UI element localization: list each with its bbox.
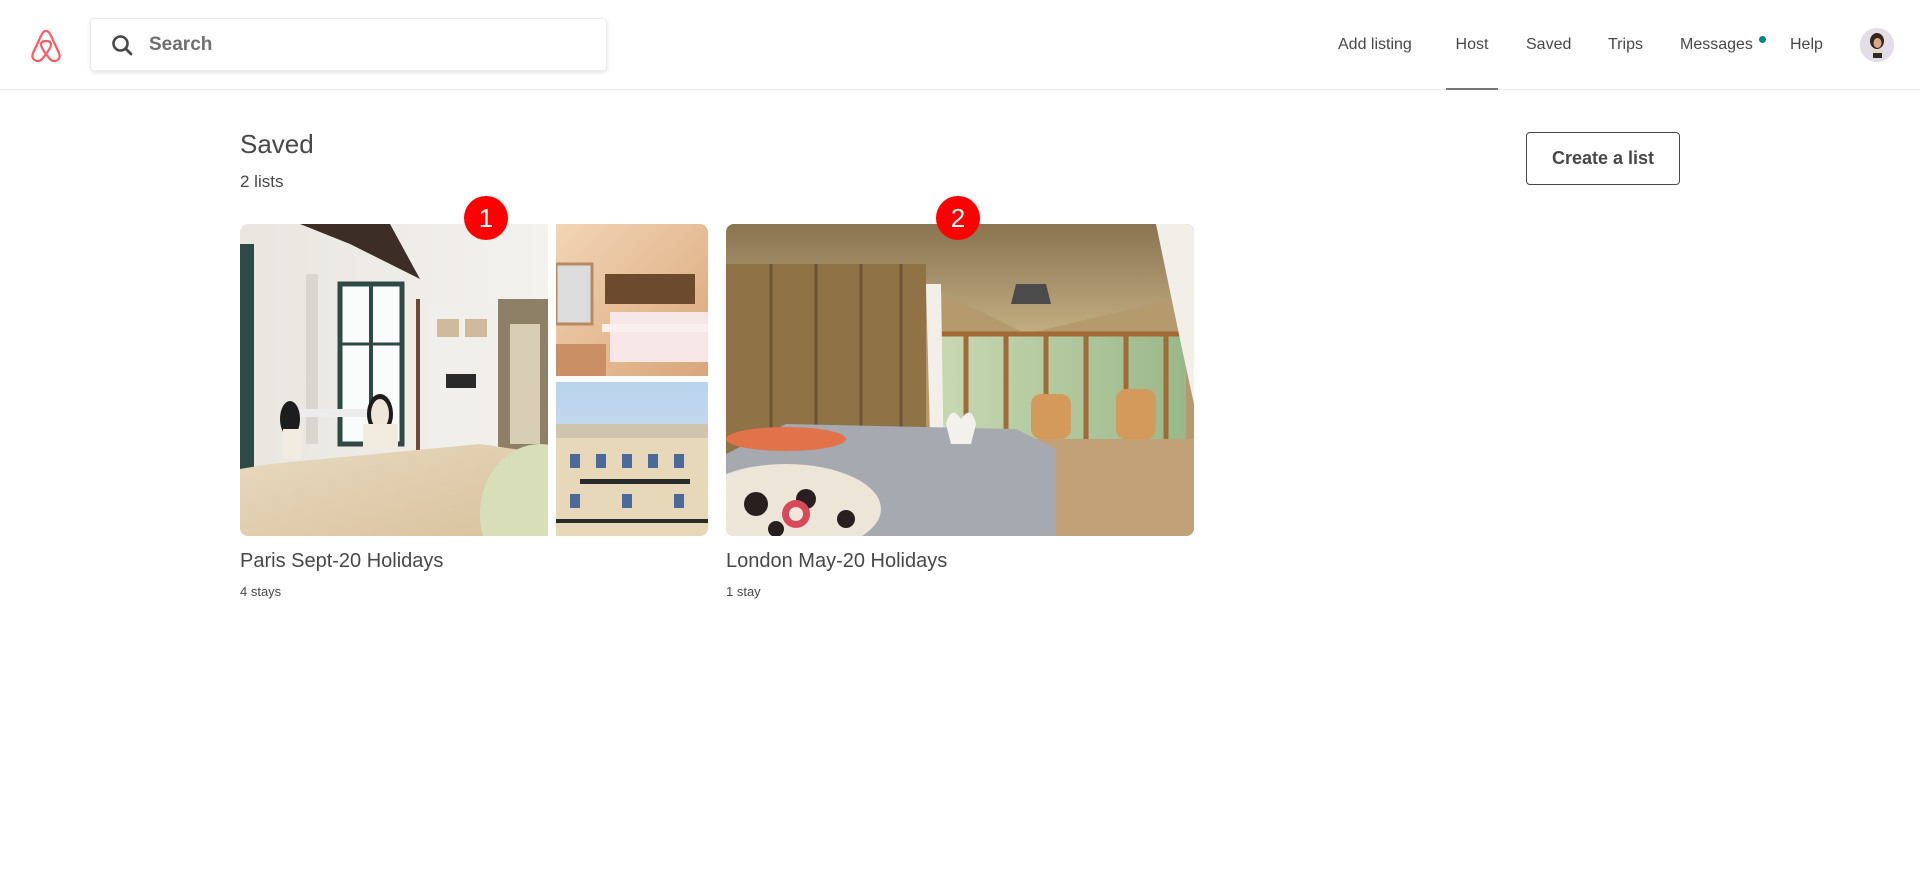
nav-add-listing[interactable]: Add listing — [1338, 0, 1412, 90]
london-photo — [726, 224, 1194, 536]
list-stay-count: 4 stays — [240, 584, 282, 599]
search-icon — [112, 34, 133, 55]
nav-host-label: Host — [1455, 36, 1489, 53]
airbnb-logo-icon[interactable] — [28, 27, 64, 63]
nav-saved[interactable]: Saved — [1526, 0, 1571, 90]
annotation-badge: 1 — [464, 196, 508, 240]
list-cover-photo[interactable] — [726, 224, 1194, 536]
nav-saved-label: Saved — [1526, 36, 1572, 53]
saved-list-card[interactable]: 1 Paris Sept-20 Holidays 4 stays — [240, 196, 708, 604]
search-input[interactable] — [149, 33, 569, 56]
nav-host[interactable]: Host — [1446, 0, 1498, 90]
nav-help[interactable]: Help — [1790, 0, 1823, 90]
list-title[interactable]: London May-20 Holidays — [726, 550, 947, 573]
active-tab-underline — [1446, 88, 1498, 90]
nav-trips[interactable]: Trips — [1608, 0, 1643, 90]
user-photo-icon — [1860, 28, 1894, 62]
saved-list-card[interactable]: 2 London May-20 Holidays 1 stay — [726, 196, 1194, 604]
nav-help-label: Help — [1790, 36, 1823, 53]
nav-messages-label: Messages — [1680, 36, 1753, 53]
list-cover-collage[interactable] — [240, 224, 708, 536]
page-title: Saved — [240, 129, 314, 159]
nav-add-listing-label: Add listing — [1338, 36, 1412, 53]
annotation-badge: 2 — [936, 196, 980, 240]
search-box[interactable] — [90, 18, 607, 71]
paris-photo-collage — [240, 224, 708, 536]
nav-messages[interactable]: Messages — [1680, 0, 1753, 90]
user-avatar[interactable] — [1860, 28, 1894, 62]
nav-trips-label: Trips — [1608, 36, 1643, 53]
messages-notification-dot — [1759, 36, 1766, 43]
list-count: 2 lists — [240, 172, 284, 191]
create-list-button[interactable]: Create a list — [1526, 132, 1680, 185]
list-title[interactable]: Paris Sept-20 Holidays — [240, 550, 443, 573]
top-header: Add listing Host Saved Trips Messages He… — [0, 0, 1920, 90]
list-stay-count: 1 stay — [726, 584, 761, 599]
